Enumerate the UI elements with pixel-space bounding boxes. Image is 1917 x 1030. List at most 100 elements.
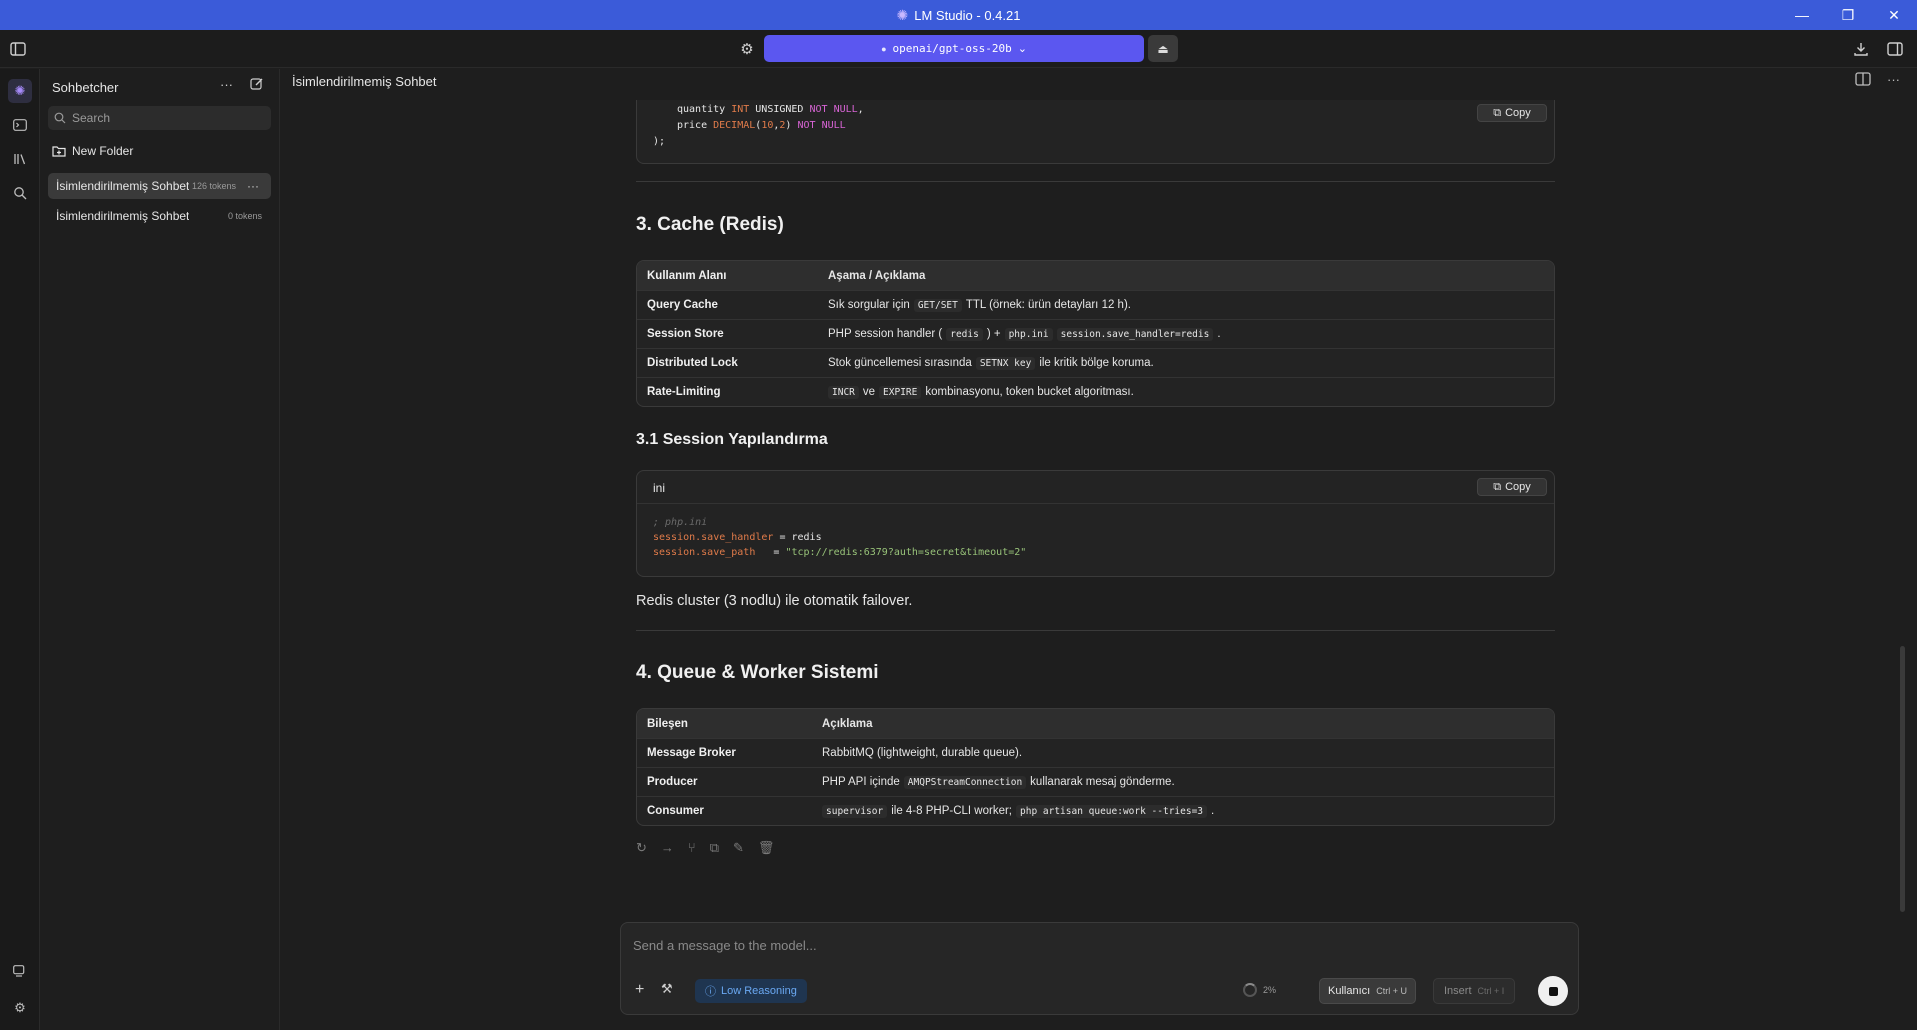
- code-line: session.save_path = "tcp://redis:6379?au…: [653, 547, 1027, 558]
- search-placeholder: Search: [72, 111, 111, 125]
- folder-plus-icon: [52, 146, 66, 157]
- download-icon[interactable]: [1851, 39, 1871, 59]
- gear-icon[interactable]: ⚙: [737, 39, 757, 59]
- role-label: Kullanıcı: [1328, 985, 1371, 997]
- paragraph: Redis cluster (3 nodlu) ile otomatik fai…: [636, 593, 913, 609]
- chat-item-name: İsimlendirilmemiş Sohbet: [56, 179, 190, 193]
- table-header-cell: Aşama / Açıklama: [828, 269, 926, 282]
- code-line: session.save_handler = redis: [653, 532, 822, 543]
- insert-button[interactable]: Insert Ctrl + I: [1433, 978, 1516, 1004]
- copy-button[interactable]: ⧉ Copy: [1477, 478, 1547, 496]
- context-usage-indicator: 2%: [1243, 983, 1276, 997]
- subsection-heading: 3.1 Session Yapılandırma: [636, 431, 828, 448]
- window-title: LM Studio - 0.4.21: [914, 7, 1021, 23]
- code-line: ; php.ini: [653, 517, 708, 528]
- copy-icon: ⧉: [1493, 480, 1502, 493]
- section-heading: 3. Cache (Redis): [636, 214, 784, 235]
- tools-icon[interactable]: ⚒: [661, 981, 673, 997]
- chat-list-item[interactable]: İsimlendirilmemiş Sohbet 126 tokens ···: [48, 173, 271, 199]
- role-selector-button[interactable]: Kullanıcı Ctrl + U: [1319, 978, 1416, 1004]
- code-line: quantity INT UNSIGNED NOT NULL,: [677, 104, 864, 115]
- table-cell: Rate-Limiting: [647, 386, 721, 398]
- chat-item-tokens: 0 tokens: [228, 211, 263, 221]
- window-controls: — ❐ ✕: [1779, 0, 1917, 30]
- chat-icon[interactable]: ✺: [8, 79, 32, 103]
- chat-item-tokens: 126 tokens: [192, 181, 237, 191]
- sidebar-toggle-icon[interactable]: [8, 39, 28, 59]
- code-line: price DECIMAL(10,2) NOT NULL: [677, 120, 846, 131]
- model-icon: ●: [881, 43, 887, 54]
- chat-item-more-icon[interactable]: ···: [247, 179, 259, 193]
- code-line: );: [653, 136, 666, 147]
- add-attachment-icon[interactable]: +: [635, 981, 644, 999]
- code-language-label: ini: [653, 481, 666, 495]
- search-input[interactable]: Search: [48, 106, 271, 130]
- table-header-cell: Açıklama: [822, 717, 873, 730]
- title-bar: ✺ LM Studio - 0.4.21 — ❐ ✕: [0, 0, 1917, 30]
- code-divider: [637, 503, 1554, 504]
- settings-gear-icon[interactable]: ⚙: [8, 996, 32, 1020]
- more-options-icon[interactable]: ···: [220, 77, 233, 92]
- developer-icon[interactable]: [8, 959, 32, 983]
- chat-title: İsimlendirilmemiş Sohbet: [292, 74, 437, 89]
- context-ring-icon: [1243, 983, 1257, 997]
- table-cell: Sık sorgular için GET/SET TTL (örnek: ürün…: [828, 298, 1131, 312]
- model-name: openai/gpt-oss-20b: [892, 42, 1012, 55]
- reasoning-icon: ⓘ: [705, 986, 716, 998]
- terminal-icon[interactable]: [8, 113, 32, 137]
- insert-label: Insert: [1444, 985, 1472, 997]
- branch-icon[interactable]: ⑂: [688, 840, 696, 856]
- copy-label: Copy: [1505, 107, 1531, 119]
- edit-icon[interactable]: ✎: [733, 840, 744, 856]
- table-header-cell: Bileşen: [647, 717, 688, 730]
- context-percent: 2%: [1263, 985, 1277, 995]
- table-cell: Query Cache: [647, 299, 718, 311]
- models-library-icon[interactable]: [8, 147, 32, 171]
- sidebar-title: Sohbetcher: [52, 80, 119, 95]
- scrollbar[interactable]: [1900, 646, 1905, 912]
- close-button[interactable]: ✕: [1871, 0, 1917, 30]
- chevron-down-icon: ⌄: [1017, 43, 1027, 55]
- table-row: Rate-Limiting INCR ve EXPIRE kombinasyonu, …: [637, 377, 1554, 406]
- table-row: Consumer supervisor ile 4-8 PHP-CLI worke…: [637, 796, 1554, 825]
- table-header-row: Kullanım Alanı Aşama / Açıklama: [637, 261, 1554, 290]
- eject-model-button[interactable]: ⏏: [1148, 35, 1178, 62]
- divider: [636, 181, 1555, 182]
- table-cell: Message Broker: [647, 747, 736, 759]
- model-selector[interactable]: ● openai/gpt-oss-20b ⌄: [764, 35, 1144, 62]
- reasoning-toggle[interactable]: ⓘ Low Reasoning: [695, 979, 807, 1003]
- top-toolbar: ⚙ ● openai/gpt-oss-20b ⌄ ⏏: [0, 30, 1917, 68]
- discover-search-icon[interactable]: [8, 181, 32, 205]
- more-options-icon[interactable]: ···: [1887, 72, 1900, 87]
- table-cell: Session Store: [647, 328, 724, 340]
- new-folder-label: New Folder: [72, 144, 134, 158]
- right-panel-toggle-icon[interactable]: [1885, 39, 1905, 59]
- table-row: Session Store PHP session handler (redis…: [637, 319, 1554, 348]
- insert-shortcut: Ctrl + I: [1477, 986, 1505, 996]
- table-cell: Consumer: [647, 805, 704, 817]
- regenerate-icon[interactable]: ↻: [636, 840, 647, 856]
- stop-generation-button[interactable]: [1538, 976, 1568, 1006]
- minimize-button[interactable]: —: [1779, 0, 1825, 30]
- maximize-button[interactable]: ❐: [1825, 0, 1871, 30]
- copy-button[interactable]: ⧉ Copy: [1477, 104, 1547, 122]
- table-cell: Stok güncellemesi sırasında SETNX key ile …: [828, 356, 1154, 370]
- stop-icon: [1548, 986, 1558, 996]
- copy-message-icon[interactable]: ⧉: [710, 840, 719, 856]
- chat-item-name: İsimlendirilmemiş Sohbet: [56, 209, 190, 223]
- table-cell: RabbitMQ (lightweight, durable queue).: [822, 747, 1023, 759]
- message-input[interactable]: Send a message to the model...: [633, 938, 817, 953]
- new-chat-icon[interactable]: [250, 77, 264, 94]
- table-row: Distributed Lock Stok güncellemesi sıras…: [637, 348, 1554, 377]
- delete-icon[interactable]: 🗑: [758, 840, 775, 856]
- section-heading: 4. Queue & Worker Sistemi: [636, 662, 879, 683]
- new-folder-button[interactable]: New Folder: [52, 144, 133, 158]
- continue-icon[interactable]: →: [661, 840, 674, 856]
- reasoning-label: Low Reasoning: [721, 985, 797, 997]
- copy-icon: ⧉: [1493, 106, 1502, 119]
- split-view-icon[interactable]: [1855, 72, 1871, 89]
- table-cell: PHP API içinde AMQPStreamConnection kullan…: [822, 775, 1175, 789]
- cache-table: Kullanım Alanı Aşama / Açıklama Query Ca…: [636, 260, 1555, 407]
- chat-list-item[interactable]: İsimlendirilmemiş Sohbet 0 tokens: [48, 203, 271, 229]
- table-cell: supervisor ile 4-8 PHP-CLI worker; php art…: [822, 804, 1214, 818]
